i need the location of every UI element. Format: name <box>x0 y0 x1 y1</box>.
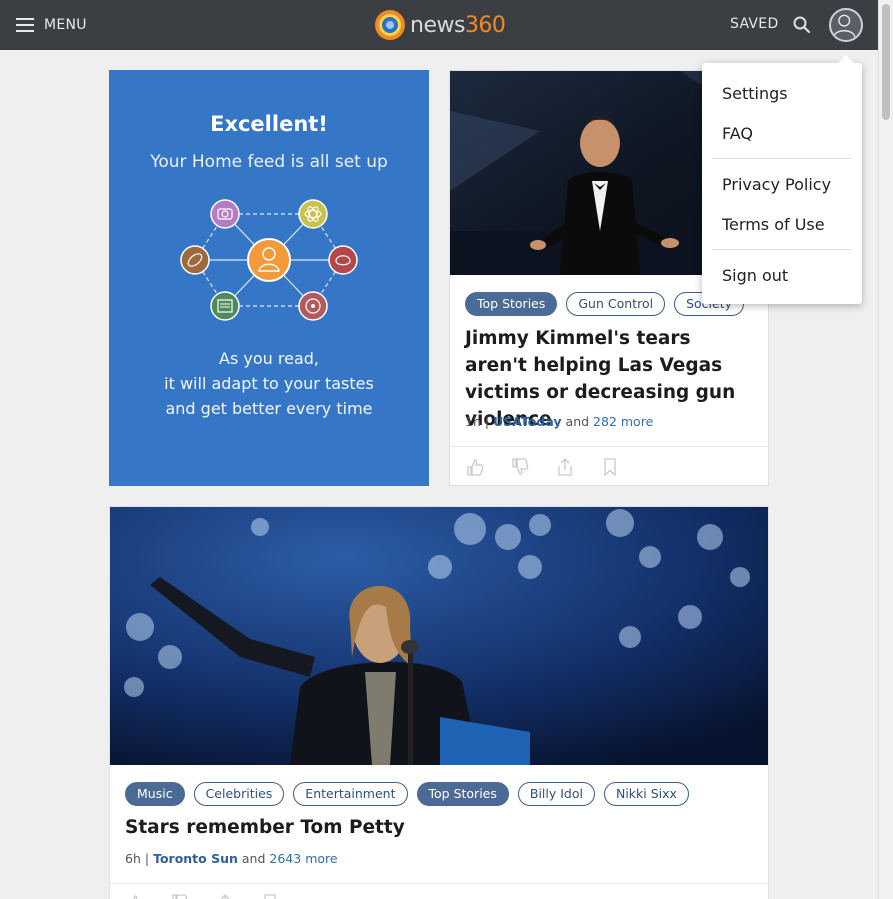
welcome-line-2: it will adapt to your tastes <box>164 374 374 393</box>
like-icon[interactable] <box>466 458 484 476</box>
top-bar: MENU news360 SAVED <box>0 0 878 50</box>
menu-divider <box>712 249 852 250</box>
card-actions <box>126 894 279 899</box>
like-icon[interactable] <box>126 894 144 899</box>
atom-topic-icon <box>298 199 328 229</box>
card-divider <box>110 883 768 884</box>
menu-item-privacy-policy[interactable]: Privacy Policy <box>722 175 831 194</box>
tag-chip[interactable]: Top Stories <box>465 292 558 316</box>
tag-chip[interactable]: Billy Idol <box>517 782 595 806</box>
brain-topic-icon <box>328 245 358 275</box>
logo-text: news360 <box>410 12 506 38</box>
newspaper-topic-icon <box>210 291 240 321</box>
share-icon[interactable] <box>556 458 574 476</box>
welcome-line-3: and get better every time <box>165 399 373 418</box>
football-topic-icon <box>180 245 210 275</box>
article-time: 6h <box>125 851 141 866</box>
card-actions <box>466 458 619 476</box>
logo-word: news <box>410 12 465 38</box>
more-sources-link[interactable]: 2643 more <box>269 851 337 866</box>
bookmark-icon[interactable] <box>601 458 619 476</box>
meta-and: and <box>565 414 590 429</box>
tag-chip[interactable]: Entertainment <box>293 782 408 806</box>
article-meta: 6h | Toronto Sun and 2643 more <box>125 851 338 866</box>
scrollbar-thumb[interactable] <box>882 4 890 120</box>
saved-button[interactable]: SAVED <box>730 16 779 32</box>
user-center-icon <box>247 238 291 282</box>
meta-separator: | <box>144 851 150 866</box>
menu-label: MENU <box>44 17 87 33</box>
tag-chip[interactable]: Music <box>125 782 185 806</box>
page-scrollbar[interactable] <box>878 0 893 899</box>
concert-photo-image <box>110 507 768 765</box>
user-dropdown-menu: Settings FAQ Privacy Policy Terms of Use… <box>702 55 862 304</box>
menu-button[interactable]: MENU <box>16 14 87 36</box>
tag-chip[interactable]: Nikki Sixx <box>603 782 689 806</box>
welcome-subtitle: Your Home feed is all set up <box>150 152 388 172</box>
more-sources-link[interactable]: 282 more <box>593 414 653 429</box>
menu-item-terms-of-use[interactable]: Terms of Use <box>722 215 825 234</box>
dropdown-caret <box>838 55 854 63</box>
meta-and: and <box>241 851 266 866</box>
article-meta: 1h | USAToday and 282 more <box>465 414 653 429</box>
search-icon[interactable] <box>792 15 812 35</box>
menu-divider <box>712 158 852 159</box>
film-topic-icon <box>298 291 328 321</box>
meta-separator: | <box>484 414 490 429</box>
article-headline[interactable]: Stars remember Tom Petty <box>125 814 750 841</box>
article-card[interactable]: Music Celebrities Entertainment Top Stor… <box>109 506 769 899</box>
logo-orb-icon <box>375 10 405 40</box>
menu-item-faq[interactable]: FAQ <box>722 124 753 143</box>
logo-number: 360 <box>464 12 506 38</box>
welcome-description: As you read, it will adapt to your taste… <box>109 346 429 421</box>
article-source[interactable]: Toronto Sun <box>153 851 238 866</box>
tag-chip[interactable]: Top Stories <box>416 782 509 806</box>
person-icon <box>832 14 856 38</box>
article-photo[interactable] <box>110 507 768 765</box>
article-time: 1h <box>465 414 481 429</box>
camera-topic-icon <box>210 199 240 229</box>
welcome-card: Excellent! Your Home feed is all set up <box>109 70 429 486</box>
tag-chip[interactable]: Celebrities <box>193 782 285 806</box>
tag-list: Music Celebrities Entertainment Top Stor… <box>125 782 689 806</box>
dislike-icon[interactable] <box>511 458 529 476</box>
welcome-line-1: As you read, <box>219 349 319 368</box>
news360-logo[interactable]: news360 <box>374 8 506 42</box>
welcome-title: Excellent! <box>210 112 328 136</box>
article-source[interactable]: USAToday <box>493 414 561 429</box>
menu-item-settings[interactable]: Settings <box>722 84 788 103</box>
share-icon[interactable] <box>216 894 234 899</box>
tag-chip[interactable]: Gun Control <box>566 292 666 316</box>
bookmark-icon[interactable] <box>261 894 279 899</box>
menu-item-sign-out[interactable]: Sign out <box>722 266 788 285</box>
interest-network-illustration <box>180 199 358 321</box>
hamburger-icon <box>16 18 34 32</box>
card-divider <box>450 446 768 447</box>
user-avatar-icon[interactable] <box>829 8 863 42</box>
dislike-icon[interactable] <box>171 894 189 899</box>
